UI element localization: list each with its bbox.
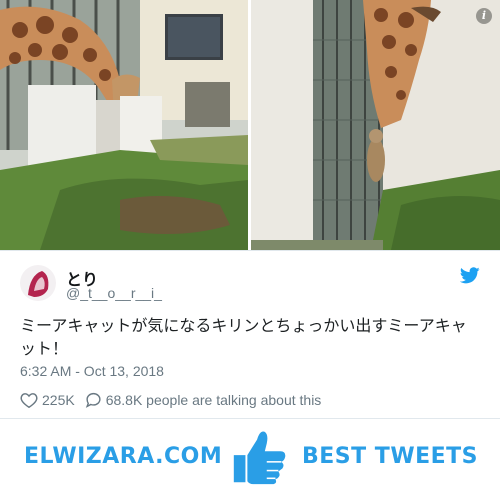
info-icon[interactable]: i [476, 8, 492, 24]
divider [0, 418, 500, 419]
tweet-embed: i とり @_t__o__r__i_ ミーアキャットが気になるキリンとちょっかい… [0, 0, 500, 418]
giraffe-meerkat-photo-right [251, 0, 500, 250]
brand-banner: ELWIZARA.COM BEST TWEETS [0, 420, 500, 494]
like-action[interactable]: 225K [20, 392, 75, 408]
brand-site-name[interactable]: ELWIZARA.COM [24, 444, 222, 469]
heart-icon [20, 393, 38, 408]
twitter-bird-icon[interactable] [460, 267, 480, 284]
giraffe-photo-left [0, 0, 248, 250]
tweet-media: i [0, 0, 500, 251]
tweet-photo-right[interactable]: i [251, 0, 500, 250]
tweet-photo-left[interactable] [0, 0, 248, 250]
avatar[interactable] [20, 265, 56, 301]
avatar-image [20, 265, 56, 301]
talking-count: 68.8K people are talking about this [105, 392, 322, 408]
tweet-text: ミーアキャットが気になるキリンとちょっかい出すミーアキャット！ [20, 318, 467, 358]
thumbs-up-icon [233, 431, 286, 485]
talking-action[interactable]: 68.8K people are talking about this [85, 392, 322, 408]
tweet-timestamp[interactable]: 6:32 AM - Oct 13, 2018 [20, 363, 164, 379]
like-count: 225K [42, 392, 75, 408]
comment-bubble-icon [85, 392, 101, 408]
author-handle[interactable]: @_t__o__r__i_ [66, 285, 162, 301]
tweet-actions: 225K 68.8K people are talking about this [20, 390, 331, 410]
tweet-author[interactable]: とり @_t__o__r__i_ [20, 265, 480, 305]
brand-tagline: BEST TWEETS [302, 444, 478, 469]
